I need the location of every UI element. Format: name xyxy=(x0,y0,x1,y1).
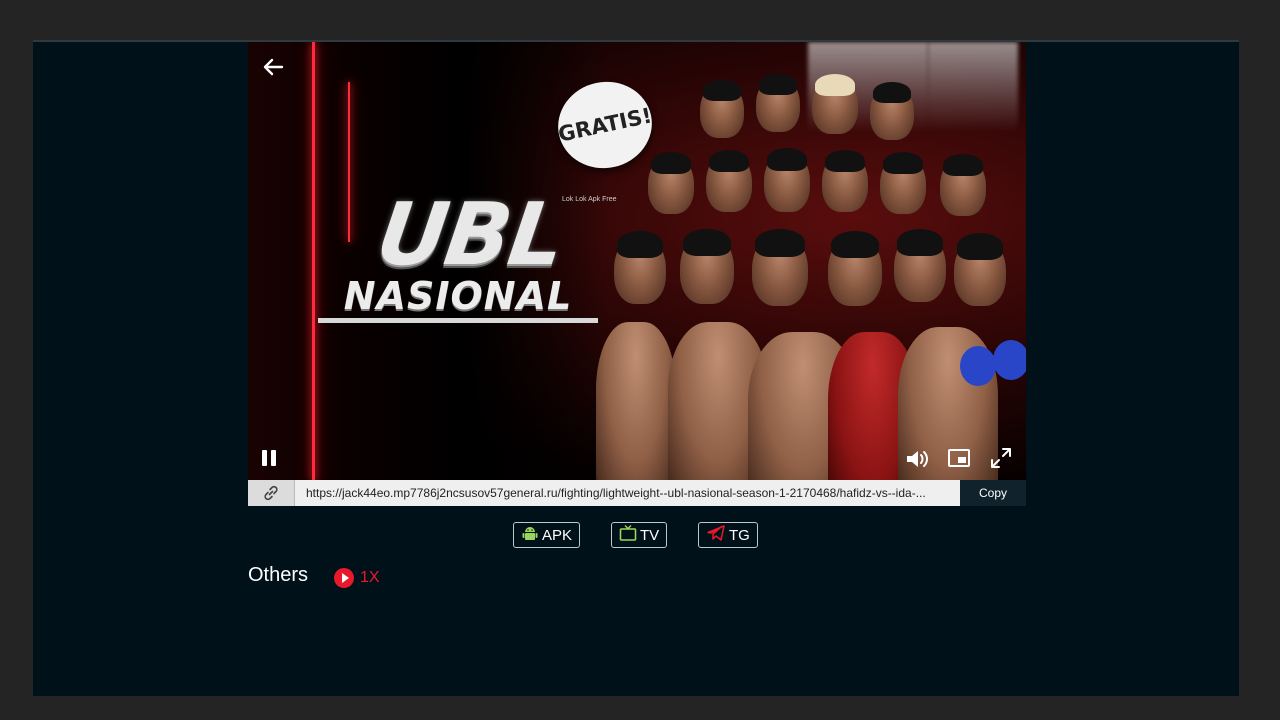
tv-button[interactable]: TV xyxy=(611,522,668,548)
apk-button-label: APK xyxy=(542,526,573,544)
tg-button-label: TG xyxy=(729,526,750,544)
page-content: GRATIS! Lok Lok Apk Free UBL NASIONAL ht… xyxy=(33,40,1239,696)
tg-button[interactable]: TG xyxy=(698,522,758,548)
play-circle-icon xyxy=(334,568,354,588)
picture-in-picture-icon[interactable] xyxy=(948,449,970,467)
neon-light xyxy=(312,42,315,480)
video-player[interactable]: GRATIS! Lok Lok Apk Free UBL NASIONAL xyxy=(248,42,1026,480)
playback-speed-button[interactable]: 1X xyxy=(334,568,380,588)
share-url-text[interactable]: https://jack44eo.mp7786j2ncsusov57genera… xyxy=(295,480,960,506)
tv-icon xyxy=(619,524,637,546)
others-label: Others xyxy=(248,564,309,586)
apk-button[interactable]: APK xyxy=(513,522,581,548)
fullscreen-icon[interactable] xyxy=(990,447,1012,469)
playback-speed-label: 1X xyxy=(360,569,380,586)
poster-title-nasional: NASIONAL xyxy=(318,274,598,323)
pause-icon[interactable] xyxy=(260,448,278,468)
poster-title-ubl: UBL xyxy=(370,185,570,285)
android-icon xyxy=(521,524,539,546)
tv-button-label: TV xyxy=(640,526,660,544)
copy-button[interactable]: Copy xyxy=(960,480,1026,506)
link-icon xyxy=(248,480,295,506)
fighters-image xyxy=(588,73,1026,480)
back-arrow-icon[interactable] xyxy=(260,54,286,80)
share-url-bar: https://jack44eo.mp7786j2ncsusov57genera… xyxy=(248,480,1026,506)
telegram-icon xyxy=(706,524,726,546)
volume-icon[interactable] xyxy=(905,447,931,471)
